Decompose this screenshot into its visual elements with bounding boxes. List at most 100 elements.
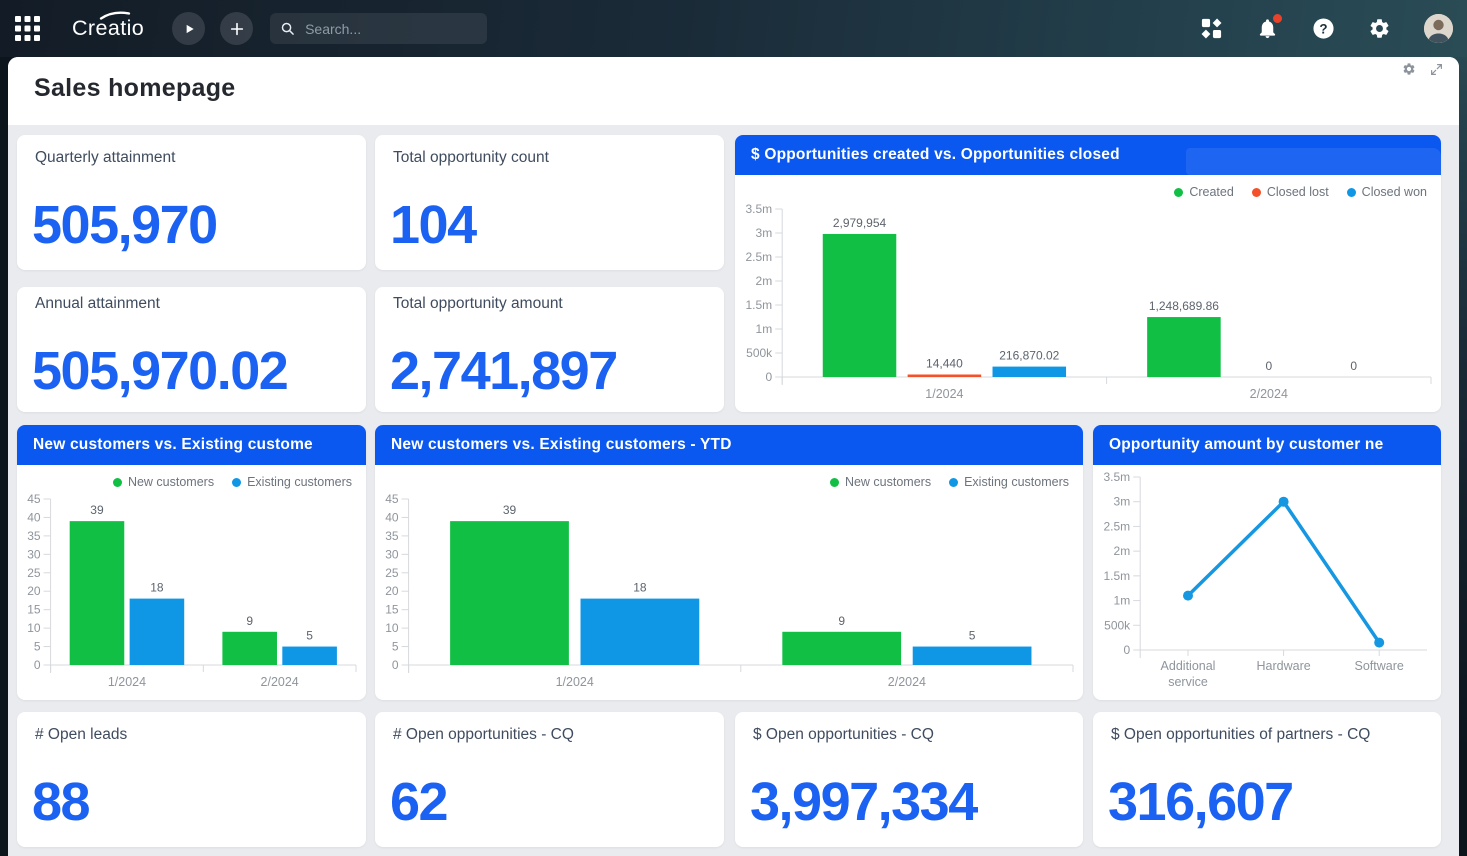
metric-label: $ Open opportunities of partners - CQ: [1111, 726, 1370, 744]
chart-legend: Created Closed lost Closed won: [1174, 185, 1427, 199]
svg-text:10: 10: [27, 621, 41, 635]
chart-card-opportunity-amount-by-customer-need: Opportunity amount by customer ne 0500k1…: [1093, 425, 1441, 700]
bar-existing-customers-2-2024[interactable]: [282, 647, 337, 665]
bar-new-customers-2-2024[interactable]: [782, 632, 901, 665]
bar-existing-customers-1-2024[interactable]: [581, 599, 700, 665]
bar-created-2-2024[interactable]: [1147, 317, 1221, 377]
svg-text:2m: 2m: [756, 274, 773, 288]
svg-text:9: 9: [838, 614, 845, 628]
svg-text:Hardware: Hardware: [1257, 659, 1311, 673]
svg-text:25: 25: [385, 566, 399, 580]
svg-text:1/2024: 1/2024: [556, 675, 594, 689]
metric-card-open-opportunities-amount-cq: $ Open opportunities - CQ 3,997,334: [735, 712, 1083, 847]
svg-text:2/2024: 2/2024: [261, 675, 299, 689]
bar-new-customers-2-2024[interactable]: [222, 632, 277, 665]
svg-text:40: 40: [27, 510, 41, 524]
expand-button[interactable]: [1430, 63, 1443, 76]
point-hardware[interactable]: [1279, 497, 1289, 507]
svg-text:?: ?: [1319, 21, 1327, 36]
app-launcher-button[interactable]: [14, 15, 41, 42]
legend-item-created[interactable]: Created: [1174, 185, 1233, 199]
avatar-photo: [1424, 14, 1453, 43]
metric-value: 62: [390, 771, 447, 833]
legend-item-new-customers[interactable]: New customers: [830, 475, 931, 489]
svg-text:2m: 2m: [1114, 544, 1131, 558]
svg-text:15: 15: [385, 603, 399, 617]
creatio-logo[interactable]: Creatio: [66, 15, 150, 42]
metric-value: 88: [32, 771, 89, 833]
bar-closed-won-1-2024[interactable]: [993, 367, 1067, 377]
bar-created-1-2024[interactable]: [823, 234, 897, 377]
svg-text:500k: 500k: [746, 346, 773, 360]
legend-dot: [1174, 188, 1183, 197]
legend-label: Closed lost: [1267, 185, 1329, 199]
page-settings-button[interactable]: [1402, 62, 1416, 76]
dashboard-grid: Quarterly attainment 505,970 Total oppor…: [8, 125, 1459, 856]
svg-text:Additional: Additional: [1161, 659, 1216, 673]
chart-header: New customers vs. Existing custome: [17, 425, 366, 465]
bar-new-customers-1-2024[interactable]: [70, 521, 125, 665]
legend-label: Existing customers: [964, 475, 1069, 489]
notifications-button[interactable]: [1256, 17, 1279, 40]
point-additional-service[interactable]: [1183, 591, 1193, 601]
metric-value: 104: [390, 194, 476, 256]
bar-new-customers-1-2024[interactable]: [450, 521, 569, 665]
point-software[interactable]: [1374, 638, 1384, 648]
legend-dot: [949, 478, 958, 487]
legend-item-existing-customers[interactable]: Existing customers: [949, 475, 1069, 489]
metric-label: Total opportunity count: [393, 149, 549, 167]
chart-title: New customers vs. Existing custome: [33, 436, 313, 454]
chart-canvas-opps-created-vs-closed: Created Closed lost Closed won0500k1m1.5m2…: [735, 175, 1441, 412]
metric-card-total-opportunity-amount: Total opportunity amount 2,741,897: [375, 287, 724, 412]
legend-label: New customers: [128, 475, 214, 489]
chart-card-opportunities-created-vs-closed: $ Opportunities created vs. Opportunitie…: [735, 135, 1441, 412]
svg-text:20: 20: [27, 584, 41, 598]
svg-text:2.5m: 2.5m: [1104, 519, 1131, 533]
page-title: Sales homepage: [34, 74, 236, 103]
svg-text:service: service: [1168, 675, 1208, 689]
legend-dot: [113, 478, 122, 487]
svg-text:1/2024: 1/2024: [108, 675, 146, 689]
chart-svg-opps-created-vs-closed: 0500k1m1.5m2m2.5m3m3.5m1/20242/20242,979…: [735, 175, 1441, 412]
chart-card-new-vs-existing-customers: New customers vs. Existing custome New c…: [17, 425, 366, 700]
search-input[interactable]: [303, 20, 477, 38]
play-icon: [182, 22, 196, 36]
metric-card-open-leads: # Open leads 88: [17, 712, 366, 847]
legend-item-new-customers[interactable]: New customers: [113, 475, 214, 489]
user-avatar[interactable]: [1424, 14, 1453, 43]
expand-icon: [1430, 63, 1443, 76]
metric-card-total-opportunity-count: Total opportunity count 104: [375, 135, 724, 270]
metric-label: Total opportunity amount: [393, 295, 563, 313]
search-box[interactable]: [270, 13, 487, 44]
workspaces-button[interactable]: [1200, 17, 1223, 40]
svg-text:0: 0: [766, 370, 773, 384]
chart-card-new-vs-existing-customers-ytd: New customers vs. Existing customers - Y…: [375, 425, 1083, 700]
metric-value: 505,970.02: [32, 340, 287, 402]
legend-label: Existing customers: [247, 475, 352, 489]
svg-text:1,248,689.86: 1,248,689.86: [1149, 299, 1219, 313]
metric-value: 505,970: [32, 194, 217, 256]
help-button[interactable]: ?: [1312, 17, 1335, 40]
settings-button[interactable]: [1368, 17, 1391, 40]
bar-existing-customers-1-2024[interactable]: [130, 599, 185, 665]
bar-closed-lost-1-2024[interactable]: [908, 375, 982, 378]
svg-text:5: 5: [969, 629, 976, 643]
legend-item-existing-customers[interactable]: Existing customers: [232, 475, 352, 489]
svg-text:5: 5: [306, 629, 313, 643]
page-header: Sales homepage: [8, 57, 1459, 125]
metric-label: Annual attainment: [35, 295, 160, 313]
svg-text:14,440: 14,440: [926, 357, 963, 371]
bar-existing-customers-2-2024[interactable]: [913, 647, 1032, 665]
svg-text:39: 39: [90, 503, 104, 517]
chart-legend: New customers Existing customers: [830, 475, 1069, 489]
svg-text:216,870.02: 216,870.02: [999, 349, 1059, 363]
legend-item-closed-won[interactable]: Closed won: [1347, 185, 1427, 199]
svg-text:5: 5: [34, 640, 41, 654]
svg-text:2/2024: 2/2024: [888, 675, 926, 689]
svg-text:10: 10: [385, 621, 399, 635]
play-button[interactable]: [172, 12, 205, 45]
legend-dot: [232, 478, 241, 487]
svg-text:40: 40: [385, 510, 399, 524]
legend-item-closed-lost[interactable]: Closed lost: [1252, 185, 1329, 199]
add-button[interactable]: [220, 12, 253, 45]
